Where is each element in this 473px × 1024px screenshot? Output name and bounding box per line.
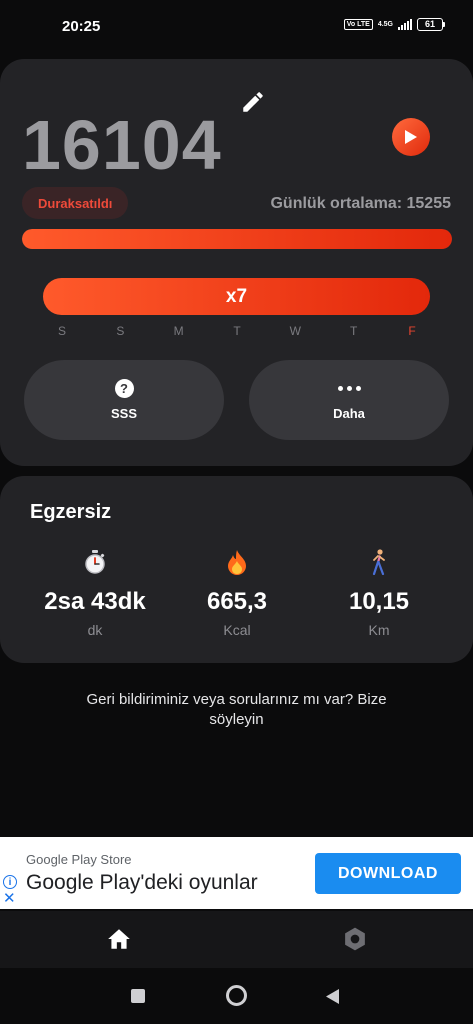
weekday-label: W — [289, 324, 301, 338]
resume-play-button[interactable] — [392, 118, 430, 156]
walking-person-icon — [304, 548, 454, 576]
faq-label: SSS — [110, 406, 137, 421]
system-navigation-bar — [0, 968, 473, 1024]
weekday-label: F — [408, 324, 416, 338]
duration-stat: 2sa 43dk dk — [20, 548, 170, 638]
settings-icon[interactable] — [342, 926, 368, 952]
step-count: 16104 — [22, 106, 222, 184]
ad-banner[interactable]: Google Play Store Google Play'deki oyunl… — [0, 837, 473, 909]
edit-goal-pencil-icon[interactable] — [240, 89, 266, 115]
duration-value: 2sa 43dk — [44, 588, 146, 615]
stopwatch-icon — [20, 548, 170, 576]
bottom-navigation — [0, 911, 473, 968]
back-icon[interactable] — [325, 988, 341, 1010]
calories-stat: 665,3 Kcal — [162, 548, 312, 638]
more-button[interactable]: Daha — [249, 360, 449, 440]
distance-value: 10,15 — [348, 588, 410, 615]
distance-unit: Km — [368, 622, 390, 638]
battery-level: 61 — [417, 18, 443, 31]
feedback-link[interactable]: Geri bildiriminiz veya sorularınız mı va… — [60, 690, 413, 730]
system-home-icon[interactable] — [226, 985, 247, 1006]
weekday-row: SSMTWTF — [58, 324, 416, 340]
play-icon — [405, 130, 417, 144]
more-label: Daha — [333, 406, 365, 421]
distance-stat: 10,15 Km — [304, 548, 454, 638]
status-time: 20:25 — [62, 18, 101, 35]
weekday-label: T — [349, 324, 358, 338]
weekday-label: S — [116, 324, 125, 338]
weekday-label: T — [233, 324, 241, 338]
fire-icon — [162, 548, 312, 576]
duration-unit: dk — [87, 622, 103, 638]
weekday-label: S — [57, 324, 66, 338]
signal-strength-icon — [398, 19, 412, 30]
step-counter-card: 16104 Duraksatıldı Günlük ortalama: 1525… — [0, 59, 473, 466]
status-bar: 20:25 Vo LTE 4.5G 61 — [0, 0, 473, 56]
step-progress-bar — [22, 229, 452, 249]
exercise-card: Egzersiz 2sa 43dk dk 665,3 Kcal 10,15 Km — [0, 476, 473, 663]
home-icon[interactable] — [106, 926, 132, 952]
ad-close-icon[interactable]: ✕ — [3, 891, 16, 906]
exercise-title: Egzersiz — [30, 501, 112, 523]
network-type-icon: 4.5G — [377, 20, 393, 28]
ad-download-button[interactable]: DOWNLOAD — [315, 853, 461, 894]
question-mark-icon: ? — [114, 379, 134, 398]
more-dots-icon — [337, 379, 361, 398]
ad-headline[interactable]: Google Play'deki oyunlar — [26, 871, 258, 895]
streak-bar: x7 — [43, 278, 430, 315]
status-icons: Vo LTE 4.5G 61 — [343, 18, 445, 31]
faq-button[interactable]: ? SSS — [24, 360, 224, 440]
step-progress-fill — [22, 229, 452, 249]
ad-info-icon[interactable]: i — [3, 875, 17, 889]
volte-icon: Vo LTE — [343, 19, 373, 30]
paused-status-badge[interactable]: Duraksatıldı — [22, 187, 129, 219]
battery-icon: 61 — [417, 18, 445, 31]
ad-source: Google Play Store — [26, 852, 132, 867]
daily-average-text: Günlük ortalama: 15255 — [270, 195, 451, 212]
calories-unit: Kcal — [223, 622, 251, 638]
recent-apps-icon[interactable] — [131, 989, 145, 1003]
weekday-label: M — [173, 324, 184, 338]
calories-value: 665,3 — [206, 588, 268, 615]
